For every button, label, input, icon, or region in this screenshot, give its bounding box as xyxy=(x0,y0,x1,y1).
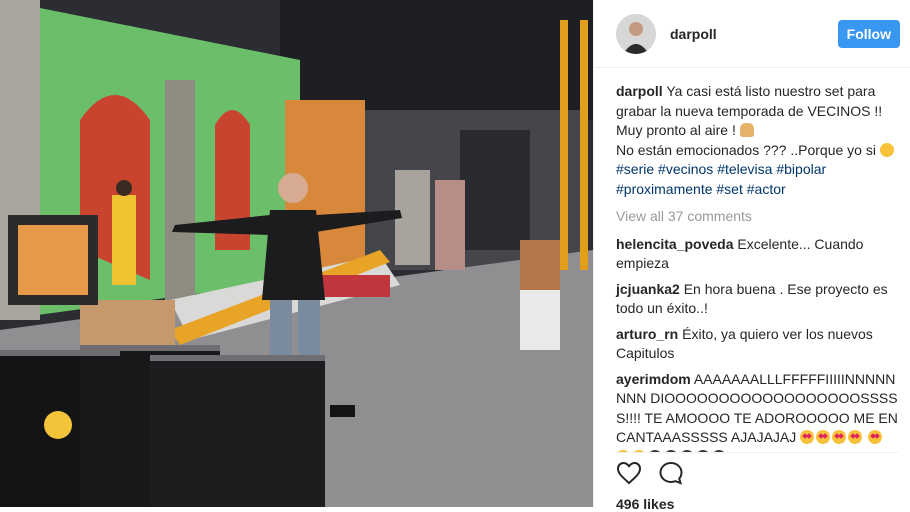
post-header: darpoll Follow xyxy=(594,0,910,68)
comment-username[interactable]: jcjuanka2 xyxy=(616,281,680,297)
comment-username[interactable]: ayerimdom xyxy=(616,371,691,387)
comment-item: jcjuanka2 En hora buena . Ese proyecto e… xyxy=(616,280,898,319)
profile-avatar[interactable] xyxy=(616,13,656,54)
comments-section: darpoll Ya casi está listo nuestro set p… xyxy=(594,68,910,452)
action-icons xyxy=(616,453,898,490)
heart-icon-svg xyxy=(616,461,642,485)
hashtag-bipolar[interactable]: #bipolar xyxy=(776,161,826,177)
heart-eyes-emoji-icon xyxy=(832,430,847,444)
avatar-image xyxy=(616,13,656,54)
post-actions: 496 likes xyxy=(616,452,898,512)
hashtag-televisa[interactable]: #televisa xyxy=(717,161,772,177)
caption-text-line2: No están emocionados ??? ..Porque yo si xyxy=(616,141,876,158)
likes-count[interactable]: 496 likes xyxy=(616,496,898,512)
heart-eyes-emoji-icon xyxy=(868,430,883,444)
hashtag-serie[interactable]: #serie xyxy=(616,161,654,177)
hashtag-proximamente[interactable]: #proximamente xyxy=(616,181,713,197)
comment-username[interactable]: arturo_rn xyxy=(616,326,678,342)
instagram-post: darpoll Follow darpoll Ya casi está list… xyxy=(0,0,910,512)
heart-eyes-emoji-icon xyxy=(800,430,815,444)
heart-eyes-emoji-icon xyxy=(816,430,831,444)
comment-username[interactable]: helencita_poveda xyxy=(616,236,734,252)
comment-icon-svg xyxy=(659,461,683,485)
tv-set-photo xyxy=(0,0,593,507)
post-photo[interactable] xyxy=(0,0,593,507)
comment-bubble-icon[interactable] xyxy=(658,461,684,490)
hashtag-actor[interactable]: #actor xyxy=(747,181,786,197)
comment-item: ayerimdom AAAAAAALLLFFFFFIIIIINNNNNNNN D… xyxy=(616,370,898,452)
caption: darpoll Ya casi está listo nuestro set p… xyxy=(616,82,898,199)
hashtag-set[interactable]: #set xyxy=(716,181,742,197)
caption-username[interactable]: darpoll xyxy=(616,83,663,99)
post-sidebar: darpoll Follow darpoll Ya casi está list… xyxy=(593,0,910,512)
comment-item: helencita_poveda Excelente... Cuando emp… xyxy=(616,235,898,274)
view-all-comments-link[interactable]: View all 37 comments xyxy=(616,207,898,227)
wink-emoji-icon xyxy=(879,142,894,157)
heart-icon[interactable] xyxy=(616,461,642,490)
header-username[interactable]: darpoll xyxy=(670,26,838,42)
person-raising-hands-emoji-icon xyxy=(739,123,754,137)
hashtag-vecinos[interactable]: #vecinos xyxy=(658,161,713,177)
comment-item: arturo_rn Éxito, ya quiero ver los nuevo… xyxy=(616,325,898,364)
heart-eyes-emoji-icon xyxy=(848,430,863,444)
follow-button[interactable]: Follow xyxy=(837,19,900,48)
